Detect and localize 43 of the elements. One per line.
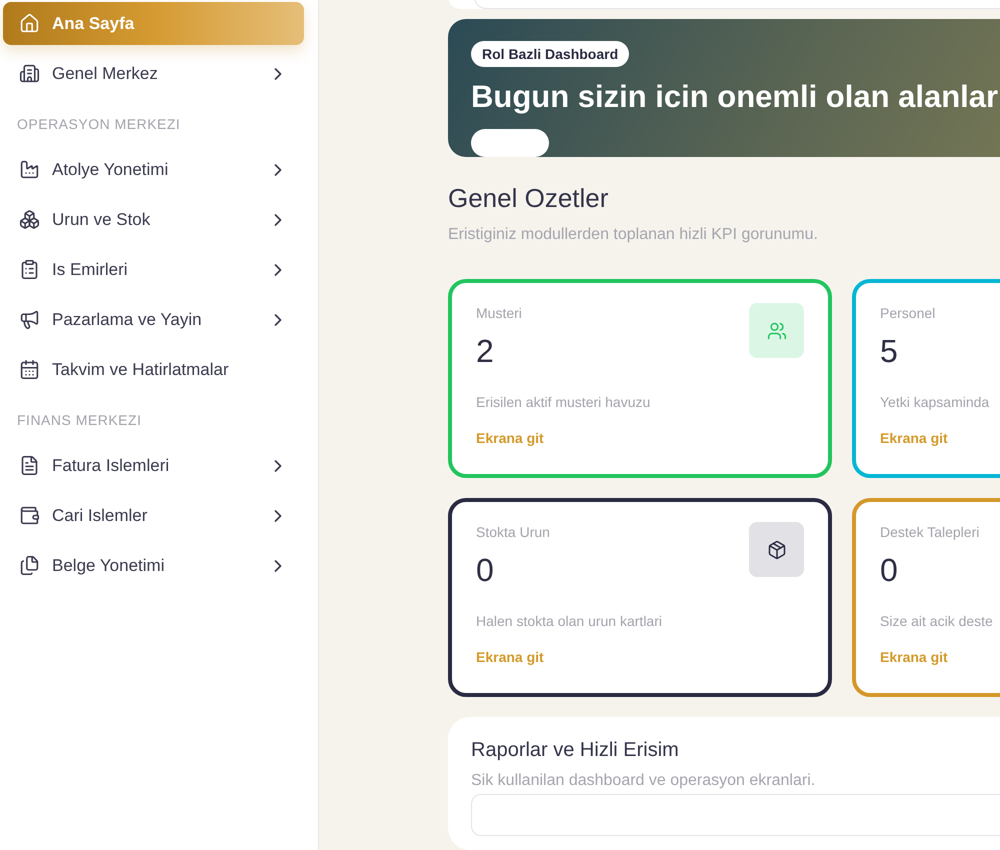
kpi-value: 2 [476, 333, 494, 370]
users-icon [766, 320, 786, 340]
factory-icon [19, 159, 40, 180]
files-icon [19, 555, 40, 576]
section-subtitle: Eristiginiz modullerden toplanan hizli KPI gorunumu. [448, 226, 819, 244]
reports-title: Raporlar ve Hizli Erisim [471, 739, 680, 762]
sidebar-item[interactable]: Cari Islemler [3, 494, 304, 537]
section-heading: OPERASYON MERKEZI [16, 115, 182, 134]
section-title: Genel Ozetler [448, 183, 610, 214]
kpi-value: 0 [880, 552, 898, 589]
package-icon [766, 540, 786, 560]
input-field[interactable] [471, 794, 1000, 836]
banner-button[interactable] [471, 129, 549, 157]
kpi-description: Erisilen aktif musteri havuzu [476, 394, 650, 410]
wallet-icon [19, 505, 40, 526]
calendar-icon [19, 359, 40, 380]
sidebar-item[interactable]: Is Emirleri [3, 248, 304, 291]
sidebar-item[interactable]: Takvim ve Hatirlatmalar [3, 348, 304, 391]
banner-title: Bugun sizin icin onemli olan alanlar [471, 79, 998, 115]
megaphone-icon [19, 309, 40, 330]
kpi-label: Musteri [476, 305, 522, 321]
kpi-label: Stokta Urun [476, 524, 550, 540]
building-icon [19, 63, 40, 84]
kpi-description: Halen stokta olan urun kartlari [476, 613, 662, 629]
kpi-label: Destek Talepleri [880, 524, 980, 540]
sidebar-item[interactable]: Genel Merkez [3, 52, 304, 95]
section-heading: FINANS MERKEZI [16, 411, 142, 430]
clipboard-icon [19, 259, 40, 280]
kpi-description: Size ait acik deste [880, 613, 993, 629]
cubes-icon [19, 209, 40, 230]
kpi-description: Yetki kapsaminda [880, 394, 990, 410]
sidebar-item[interactable]: Fatura Islemleri [3, 444, 304, 487]
kpi-value: 5 [880, 333, 898, 370]
sidebar-item[interactable]: Atolye Yonetimi [3, 148, 304, 191]
sidebar-item[interactable]: Belge Yonetimi [3, 544, 304, 587]
banner-badge: Rol Bazli Dashboard [471, 41, 630, 67]
reports-subtitle: Sik kullanilan dashboard ve operasyon ekranlari. [471, 772, 816, 790]
kpi-value: 0 [476, 552, 494, 589]
kpi-label: Personel [880, 305, 936, 321]
sidebar-item[interactable]: Pazarlama ve Yayin [3, 298, 304, 341]
document-icon [19, 455, 40, 476]
sidebar-item[interactable]: Urun ve Stok [3, 198, 304, 241]
home-icon [19, 13, 40, 34]
